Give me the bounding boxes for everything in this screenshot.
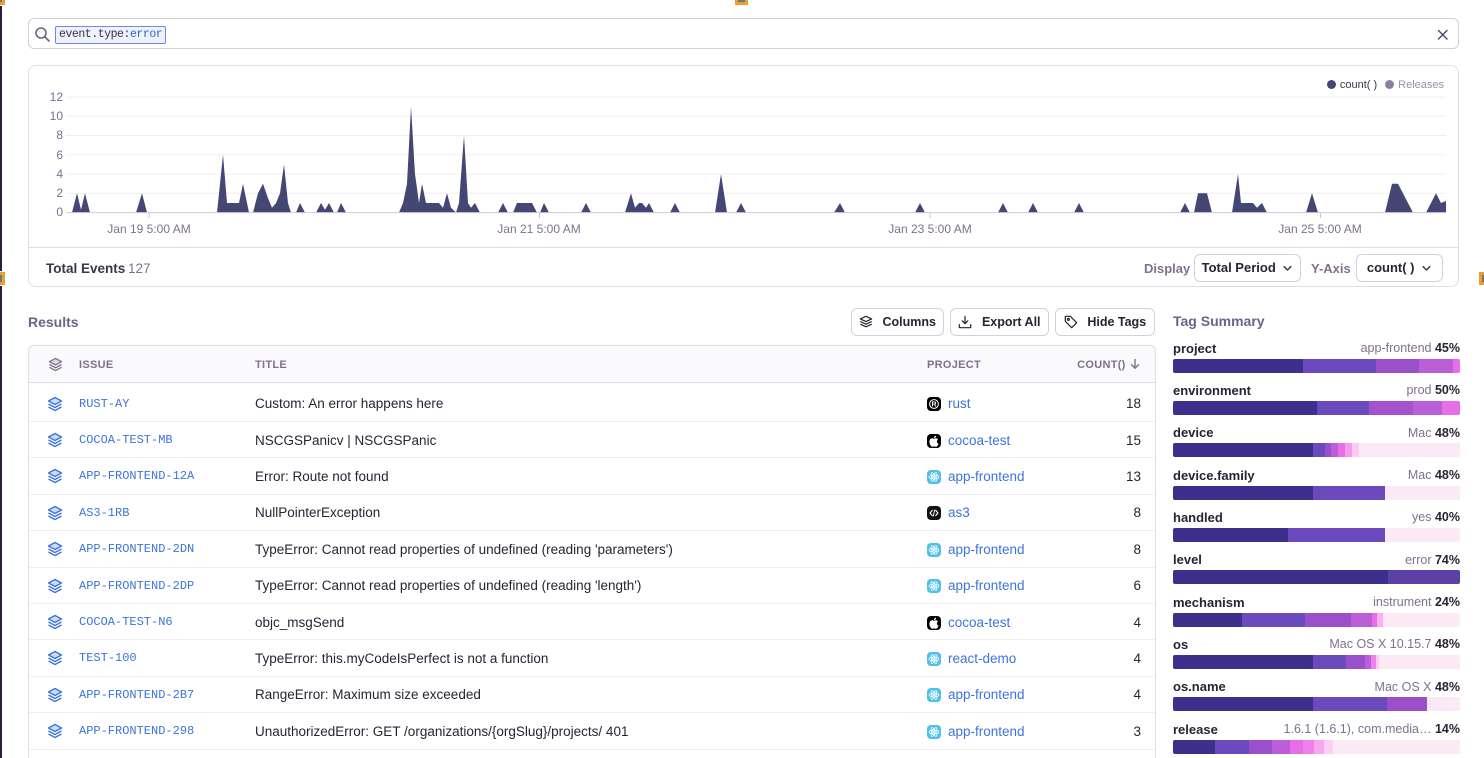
svg-text:R: R [931, 402, 936, 409]
